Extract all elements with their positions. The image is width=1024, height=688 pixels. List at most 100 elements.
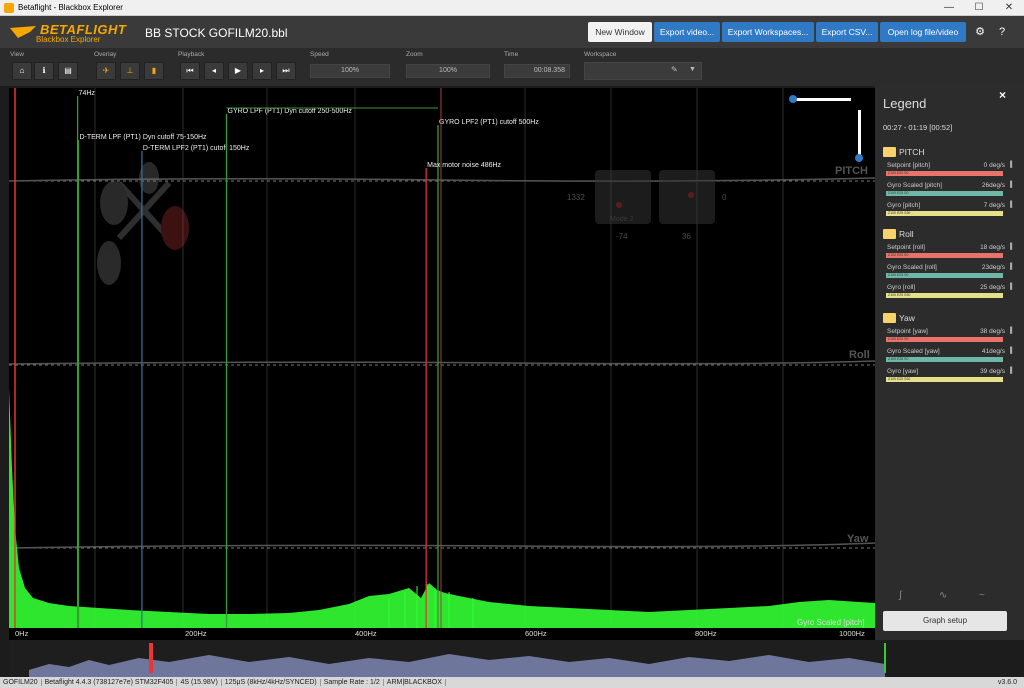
timeline-playhead[interactable] xyxy=(149,643,153,673)
maximize-icon[interactable]: ☐ xyxy=(964,1,994,15)
jump-start-button[interactable]: ⏮ xyxy=(180,62,200,80)
export-workspaces-button[interactable]: Export Workspaces... xyxy=(722,22,814,42)
speed-slider[interactable]: 100% xyxy=(310,64,390,78)
overlay-label: Overlay xyxy=(94,51,117,58)
logo-wing-icon xyxy=(10,26,36,38)
x-tick-label: 200Hz xyxy=(185,629,207,638)
legend-row[interactable]: Setpoint [yaw] 38 deg/s ▐ Z100 E20 S0 xyxy=(883,326,1017,346)
legend-row[interactable]: Setpoint [pitch] 0 deg/s ▐ Z100 E20 S0 xyxy=(883,160,1017,180)
spectrum-series-label: Gyro Scaled [pitch] xyxy=(797,618,865,627)
export-video-button[interactable]: Export video... xyxy=(654,22,720,42)
legend-close-icon[interactable]: × xyxy=(999,88,1006,102)
legend-group-pitch[interactable]: PITCH Setpoint [pitch] 0 deg/s ▐ Z100 E20 S0… xyxy=(883,146,1017,220)
x-tick-label: 800Hz xyxy=(695,629,717,638)
zoom-h-slider[interactable] xyxy=(789,95,851,103)
chart-bars-icon[interactable]: ▐ xyxy=(1008,348,1016,355)
close-window-icon[interactable]: ✕ xyxy=(994,1,1024,15)
legend-row-color-bar: Z100 E20 S0 xyxy=(886,253,1003,258)
export-csv-button[interactable]: Export CSV... xyxy=(816,22,878,42)
marker-label-4: GYRO LPF2 (PT1) cutoff 500Hz xyxy=(439,119,539,126)
legend-group-roll[interactable]: Roll Setpoint [roll] 18 deg/s ▐ Z100 E20 S0 G… xyxy=(883,228,1017,302)
pitch-axis-label: PITCH xyxy=(835,165,868,177)
analyser-overlay-button[interactable]: ▮ xyxy=(144,62,164,80)
step-back-button[interactable]: ◂ xyxy=(204,62,224,80)
window-titlebar: Betaflight - Blackbox Explorer — ☐ ✕ xyxy=(0,0,1024,16)
status-bar: GOFILM20 Betaflight 4.4.3 (738127e7e) STM… xyxy=(0,677,1024,688)
chart-bars-icon[interactable]: ▐ xyxy=(1008,328,1016,335)
chart-bars-icon[interactable]: ▐ xyxy=(1008,264,1016,271)
legend-group-yaw[interactable]: Yaw Setpoint [yaw] 38 deg/s ▐ Z100 E20 S0 Gyr… xyxy=(883,312,1017,386)
legend-group-header[interactable]: Roll xyxy=(883,228,1017,242)
legend-row[interactable]: Gyro [pitch] 7 deg/s ▐ Z100 E25 S30 xyxy=(883,200,1017,220)
curve-icon-2[interactable]: ∿ xyxy=(939,590,947,601)
legend-row-color-bar: Z100 E25 S0 xyxy=(886,273,1003,278)
zoom-slider[interactable]: 100% xyxy=(406,64,490,78)
legend-row-color-bar: Z100 E25 S30 xyxy=(886,293,1003,298)
x-tick-label: 400Hz xyxy=(355,629,377,638)
chart-bars-icon[interactable]: ▐ xyxy=(1008,182,1016,189)
chart-bars-icon[interactable]: ▐ xyxy=(1008,244,1016,251)
legend-row[interactable]: Gyro Scaled [yaw] 41deg/s ▐ Z100 E25 S0 xyxy=(883,346,1017,366)
legend-group-header[interactable]: Yaw xyxy=(883,312,1017,326)
legend-row[interactable]: Gyro Scaled [pitch] 26deg/s ▐ Z100 E25 S0 xyxy=(883,180,1017,200)
jump-end-button[interactable]: ⏭ xyxy=(276,62,296,80)
axis-dashed-lines xyxy=(9,180,875,549)
sticks-overlay-button[interactable]: ⊥ xyxy=(120,62,140,80)
legend-row[interactable]: Setpoint [roll] 18 deg/s ▐ Z100 E20 S0 xyxy=(883,242,1017,262)
open-log-file-button[interactable]: Open log file/video xyxy=(880,22,966,42)
spectrum-graph[interactable]: PITCH Roll Yaw 1332 0 -74 36 Mode 2 74Hz… xyxy=(9,88,875,640)
workspace-select[interactable]: ✎ ▼ xyxy=(584,62,702,80)
timeline-svg[interactable] xyxy=(9,640,887,677)
legend-title: Legend xyxy=(883,96,927,111)
legend-row-color-bar: Z100 E20 S0 xyxy=(886,171,1003,176)
stick-roll-value: 36 xyxy=(682,232,691,241)
chart-bars-icon[interactable]: ▐ xyxy=(1008,162,1016,169)
legend-group-header[interactable]: PITCH xyxy=(883,146,1017,160)
timeline-strip[interactable] xyxy=(9,640,887,677)
chart-bars-icon[interactable]: ▐ xyxy=(1008,284,1016,291)
x-tick-label: 600Hz xyxy=(525,629,547,638)
status-flags: ARM|BLACKBOX xyxy=(383,679,446,686)
craft-overlay-button[interactable]: ✈ xyxy=(96,62,116,80)
edit-icon[interactable]: ✎ xyxy=(671,65,678,74)
legend-row-value: 39 deg/s xyxy=(980,368,1005,375)
legend-row[interactable]: Gyro [yaw] 39 deg/s ▐ Z100 E25 S30 xyxy=(883,366,1017,386)
legend-row[interactable]: Gyro Scaled [roll] 23deg/s ▐ Z100 E25 S0 xyxy=(883,262,1017,282)
help-icon[interactable]: ? xyxy=(996,26,1008,38)
chart-bars-icon[interactable]: ▐ xyxy=(1008,368,1016,375)
chart-bars-icon[interactable]: ▐ xyxy=(1008,202,1016,209)
legend-row-name: Gyro [roll] xyxy=(887,284,916,291)
minimize-icon[interactable]: — xyxy=(934,1,964,15)
legend-row-color-bar: Z100 E25 S30 xyxy=(886,377,1003,382)
folder-icon xyxy=(883,229,896,239)
table-view-button[interactable]: ▤ xyxy=(58,62,78,80)
legend-row[interactable]: Gyro [roll] 25 deg/s ▐ Z100 E25 S30 xyxy=(883,282,1017,302)
status-firmware: Betaflight 4.4.3 (738127e7e) STM32F405 xyxy=(41,679,178,686)
step-forward-button[interactable]: ▸ xyxy=(252,62,272,80)
play-button[interactable]: ▶ xyxy=(228,62,248,80)
legend-group-name: Yaw xyxy=(899,313,915,323)
home-view-button[interactable]: ⌂ xyxy=(12,62,32,80)
curve-icon-1[interactable]: ∫ xyxy=(899,590,902,601)
legend-row-name: Setpoint [pitch] xyxy=(887,162,930,169)
zoom-v-slider[interactable] xyxy=(855,110,863,162)
curve-icon-3[interactable]: ~ xyxy=(979,590,985,601)
time-label: Time xyxy=(504,51,519,58)
new-window-button[interactable]: New Window xyxy=(588,22,652,42)
app-header: BETAFLIGHT Blackbox Explorer BB STOCK GO… xyxy=(0,16,1024,48)
chevron-down-icon[interactable]: ▼ xyxy=(689,66,696,73)
spectrum-area xyxy=(9,388,875,628)
zoom-label: Zoom xyxy=(406,51,423,58)
legend-group-name: Roll xyxy=(899,229,914,239)
spectrum-svg[interactable]: PITCH Roll Yaw 1332 0 -74 36 Mode 2 74Hz… xyxy=(9,88,875,640)
info-view-button[interactable]: ℹ xyxy=(34,62,54,80)
settings-gear-icon[interactable]: ⚙ xyxy=(974,26,986,38)
log-filename: BB STOCK GOFILM20.bbl xyxy=(145,26,288,40)
graph-setup-button[interactable]: Graph setup xyxy=(883,611,1007,631)
window-title: Betaflight - Blackbox Explorer xyxy=(18,3,123,12)
logo-subtext: Blackbox Explorer xyxy=(36,35,101,44)
time-field[interactable]: 00:08.358 xyxy=(504,64,570,78)
marker-label-1: D-TERM LPF (PT1) Dyn cutoff 75-150Hz xyxy=(79,134,207,141)
stick-yaw-value: -74 xyxy=(616,232,628,241)
legend-time-range: 00:27 - 01:19 [00:52] xyxy=(883,123,953,132)
